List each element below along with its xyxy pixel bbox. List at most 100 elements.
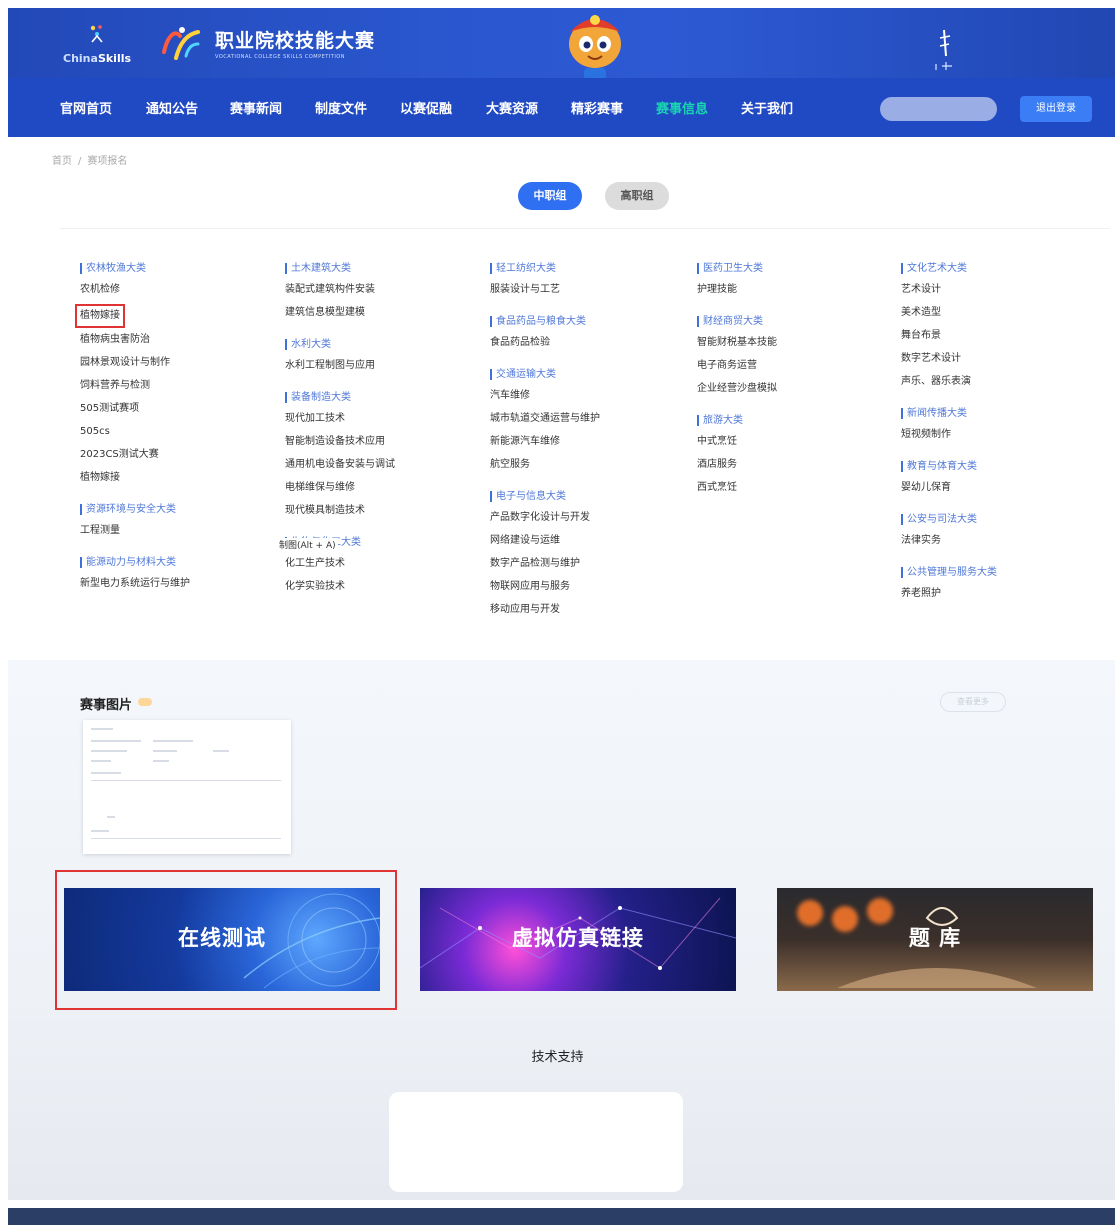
nav-item-resources[interactable]: 大赛资源 xyxy=(486,98,538,117)
event-item[interactable]: 服装设计与工艺 xyxy=(490,280,680,303)
online-test-highlight-frame xyxy=(55,870,397,1010)
event-item[interactable]: 中式烹饪 xyxy=(697,432,887,455)
event-item-highlighted[interactable]: 植物嫁接 xyxy=(75,304,125,328)
event-item[interactable]: 现代加工技术 xyxy=(285,409,475,432)
event-item[interactable]: 园林景观设计与制作 xyxy=(80,353,270,376)
event-item[interactable]: 数字艺术设计 xyxy=(901,349,1091,372)
event-item[interactable]: 建筑信息模型建模 xyxy=(285,303,475,326)
event-item[interactable]: 化学实验技术 xyxy=(285,577,475,600)
event-item[interactable]: 城市轨道交通运营与维护 xyxy=(490,409,680,432)
event-item[interactable]: 水利工程制图与应用 xyxy=(285,356,475,379)
chinaskills-mark-icon xyxy=(90,25,103,43)
breadcrumb: 首页 / 赛项报名 xyxy=(52,156,128,167)
category-heading: 轻工纺织大类 xyxy=(490,260,680,280)
nav-item-events[interactable]: 精彩赛事 xyxy=(571,98,623,117)
event-item[interactable]: 酒店服务 xyxy=(697,455,887,478)
breadcrumb-home[interactable]: 首页 xyxy=(52,156,72,167)
event-item[interactable]: 网络建设与运维 xyxy=(490,531,680,554)
event-item[interactable]: 新型电力系统运行与维护 xyxy=(80,574,270,597)
event-item[interactable]: 工程测量 xyxy=(80,521,270,544)
category-heading: 教育与体育大类 xyxy=(901,458,1091,478)
screenshot-tooltip: 制图(Alt + A) xyxy=(277,538,338,551)
nav-item-notices[interactable]: 通知公告 xyxy=(146,98,198,117)
event-item[interactable]: 短视频制作 xyxy=(901,425,1091,448)
event-item[interactable]: 通用机电设备安装与调试 xyxy=(285,455,475,478)
question-bank-banner[interactable]: 题 库 xyxy=(777,888,1093,991)
tech-support-title: 技术支持 xyxy=(531,1050,584,1065)
category-heading: 新闻传播大类 xyxy=(901,405,1091,425)
nav-item-competition-info[interactable]: 赛事信息 xyxy=(656,98,708,117)
competition-logo-icon xyxy=(162,27,200,60)
event-item[interactable]: 装配式建筑构件安装 xyxy=(285,280,475,303)
gallery-more-button[interactable]: 查看更多 xyxy=(940,692,1006,712)
virtual-simulation-label: 虚拟仿真链接 xyxy=(512,926,644,950)
tech-support-card xyxy=(389,1092,683,1192)
category-heading: 公共管理与服务大类 xyxy=(901,564,1091,584)
category-heading: 旅游大类 xyxy=(697,412,887,432)
event-item[interactable]: 化工生产技术 xyxy=(285,554,475,577)
logout-button[interactable]: 退出登录 xyxy=(1020,96,1092,122)
event-item[interactable]: 智能制造设备技术应用 xyxy=(285,432,475,455)
event-item[interactable]: 植物嫁接 xyxy=(80,468,270,491)
site-subtitle: VOCATIONAL COLLEGE SKILLS COMPETITION xyxy=(215,54,345,60)
breadcrumb-current: 赛项报名 xyxy=(87,156,128,167)
event-item[interactable]: 食品药品检验 xyxy=(490,333,680,356)
category-heading: 医药卫生大类 xyxy=(697,260,887,280)
event-item[interactable]: 植物病虫害防治 xyxy=(80,330,270,353)
event-item[interactable]: 电子商务运营 xyxy=(697,356,887,379)
nav-item-about[interactable]: 关于我们 xyxy=(741,98,793,117)
decoration-glyph-icon xyxy=(935,29,952,70)
event-item[interactable]: 企业经营沙盘模拟 xyxy=(697,379,887,402)
event-item[interactable]: 现代模具制造技术 xyxy=(285,501,475,524)
event-item[interactable]: 农机检修 xyxy=(80,280,270,303)
event-item[interactable]: 艺术设计 xyxy=(901,280,1091,303)
user-name-pill[interactable] xyxy=(880,97,997,121)
question-bank-label: 题 库 xyxy=(908,926,962,950)
event-item[interactable]: 航空服务 xyxy=(490,455,680,478)
event-item[interactable]: 西式烹饪 xyxy=(697,478,887,501)
gallery-title: 赛事图片 xyxy=(80,694,153,713)
event-item[interactable]: 移动应用与开发 xyxy=(490,600,680,623)
category-column-1: 农林牧渔大类 农机检修 植物嫁接 植物病虫害防治 园林景观设计与制作 饲料营养与… xyxy=(75,260,270,597)
event-item[interactable]: 505测试赛项 xyxy=(80,399,270,422)
tab-higher-vocational[interactable]: 高职组 xyxy=(605,182,669,210)
event-item[interactable]: 数字产品检测与维护 xyxy=(490,554,680,577)
event-item[interactable]: 汽车维修 xyxy=(490,386,680,409)
gallery-thumbnail[interactable] xyxy=(83,720,291,854)
nav-item-home[interactable]: 官网首页 xyxy=(60,98,112,117)
event-item[interactable]: 美术造型 xyxy=(901,303,1091,326)
category-heading: 水利大类 xyxy=(285,336,475,356)
nav-item-news[interactable]: 赛事新闻 xyxy=(230,98,282,117)
event-item[interactable]: 声乐、器乐表演 xyxy=(901,372,1091,395)
event-item[interactable]: 护理技能 xyxy=(697,280,887,303)
event-item[interactable]: 产品数字化设计与开发 xyxy=(490,508,680,531)
event-item[interactable]: 法律实务 xyxy=(901,531,1091,554)
nav-item-integration[interactable]: 以赛促融 xyxy=(400,98,452,117)
category-grid: 农林牧渔大类 农机检修 植物嫁接 植物病虫害防治 园林景观设计与制作 饲料营养与… xyxy=(0,240,1115,660)
event-item[interactable]: 2023CS测试大赛 xyxy=(80,445,270,468)
tab-secondary-vocational[interactable]: 中职组 xyxy=(518,182,582,210)
top-header: ChinaSkills 职业院校技能大赛 VOCATIONAL COLLEGE … xyxy=(8,8,1115,84)
event-item[interactable]: 舞台布景 xyxy=(901,326,1091,349)
site-title: 职业院校技能大赛 xyxy=(215,30,376,52)
event-item[interactable]: 智能财税基本技能 xyxy=(697,333,887,356)
event-item[interactable]: 婴幼儿保育 xyxy=(901,478,1091,501)
category-heading: 交通运输大类 xyxy=(490,366,680,386)
category-heading: 食品药品与粮食大类 xyxy=(490,313,680,333)
event-item[interactable]: 养老照护 xyxy=(901,584,1091,607)
category-heading: 土木建筑大类 xyxy=(285,260,475,280)
category-heading: 公安与司法大类 xyxy=(901,511,1091,531)
event-item[interactable]: 物联网应用与服务 xyxy=(490,577,680,600)
event-item[interactable]: 505cs xyxy=(80,422,270,445)
chinaskills-logo[interactable]: ChinaSkills xyxy=(63,20,133,70)
nav-item-documents[interactable]: 制度文件 xyxy=(315,98,367,117)
event-item[interactable]: 新能源汽车维修 xyxy=(490,432,680,455)
virtual-simulation-banner[interactable]: 虚拟仿真链接 xyxy=(420,888,736,991)
mascot-icon xyxy=(569,15,621,84)
page-footer xyxy=(8,1208,1115,1225)
category-heading: 资源环境与安全大类 xyxy=(80,501,270,521)
category-heading: 财经商贸大类 xyxy=(697,313,887,333)
event-item[interactable]: 饲料营养与检测 xyxy=(80,376,270,399)
chinaskills-wordmark: ChinaSkills xyxy=(63,52,132,65)
event-item[interactable]: 电梯维保与维修 xyxy=(285,478,475,501)
